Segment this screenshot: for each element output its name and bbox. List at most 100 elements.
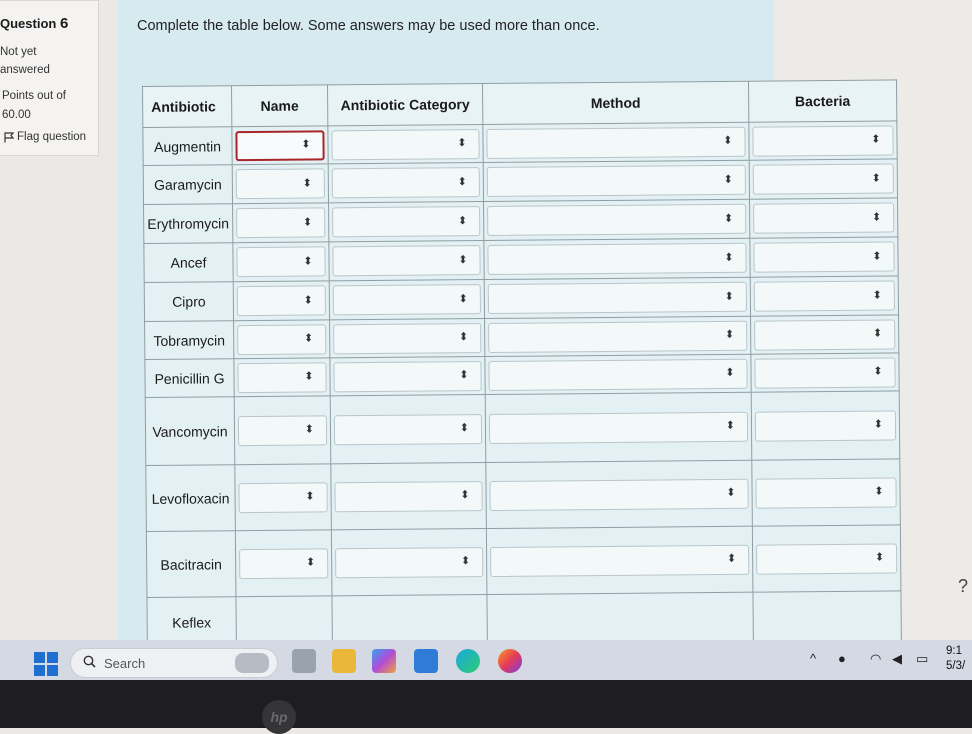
- method-select[interactable]: ⬍: [487, 281, 747, 314]
- method-select[interactable]: ⬍: [490, 544, 750, 577]
- category-cell: [331, 594, 488, 646]
- updown-arrow-icon: ⬍: [304, 423, 315, 436]
- name-cell: ⬍: [233, 319, 330, 359]
- name-select[interactable]: ⬍: [238, 481, 328, 513]
- bacteria-select[interactable]: ⬍: [755, 476, 897, 509]
- category-select[interactable]: ⬍: [335, 546, 484, 578]
- name-cell: ⬍: [235, 529, 332, 597]
- name-select[interactable]: ⬍: [235, 168, 325, 200]
- wifi-icon[interactable]: ◠: [870, 651, 881, 667]
- bacteria-select[interactable]: ⬍: [753, 241, 895, 273]
- clock-date: 5/3/: [946, 660, 966, 672]
- category-select[interactable]: ⬍: [333, 360, 482, 392]
- name-select[interactable]: ⬍: [236, 207, 326, 239]
- category-select[interactable]: ⬍: [331, 167, 480, 199]
- name-select[interactable]: ⬍: [237, 414, 328, 446]
- bacteria-select[interactable]: ⬍: [754, 318, 896, 351]
- method-select[interactable]: ⬍: [486, 126, 746, 159]
- updown-arrow-icon: ⬍: [874, 485, 884, 498]
- category-select[interactable]: ⬍: [331, 128, 480, 160]
- bacteria-select[interactable]: ⬍: [754, 409, 897, 442]
- updown-arrow-icon: ⬍: [302, 177, 312, 190]
- category-select[interactable]: ⬍: [333, 413, 483, 445]
- header-method: Method: [482, 81, 749, 125]
- table-row: Tobramycin ⬍ ⬍ ⬍ ⬍: [144, 314, 899, 360]
- search-label: Search: [104, 655, 146, 671]
- name-select[interactable]: ⬍: [239, 547, 329, 579]
- method-cell: ⬍: [483, 160, 750, 202]
- name-select[interactable]: ⬍: [236, 285, 327, 317]
- category-cell: ⬍: [329, 318, 485, 358]
- category-select[interactable]: ⬍: [332, 245, 481, 277]
- updown-arrow-icon: ⬍: [723, 212, 734, 225]
- header-name: Name: [231, 84, 328, 127]
- flag-question-link[interactable]: Flag question: [4, 131, 86, 143]
- category-select[interactable]: ⬍: [334, 480, 483, 512]
- table-row: Keflex: [146, 590, 902, 648]
- category-cell: ⬍: [330, 462, 487, 530]
- windows-start-icon[interactable]: [34, 652, 58, 676]
- category-select[interactable]: ⬍: [332, 284, 482, 316]
- category-cell: ⬍: [329, 356, 486, 396]
- question-info-panel: Question 6 Not yet answered Points out o…: [0, 0, 99, 156]
- category-cell: ⬍: [327, 124, 484, 164]
- updown-arrow-icon: ⬍: [871, 133, 881, 146]
- method-cell: ⬍: [482, 122, 750, 163]
- bacteria-select[interactable]: ⬍: [752, 163, 894, 195]
- question-number: 6: [59, 15, 69, 32]
- hp-logo: hp: [262, 700, 296, 734]
- clock-time: 9:1: [946, 645, 962, 657]
- chevron-up-icon[interactable]: ^: [810, 651, 816, 666]
- store-icon[interactable]: [414, 649, 438, 673]
- method-select[interactable]: ⬍: [488, 358, 748, 391]
- antibiotic-name-cell: Levofloxacin: [145, 464, 236, 532]
- method-cell: ⬍: [485, 392, 752, 463]
- category-cell: ⬍: [331, 528, 487, 596]
- taskbar-clock[interactable]: 9:1 5/3/: [946, 644, 965, 674]
- name-select[interactable]: ⬍: [237, 361, 327, 393]
- method-cell: ⬍: [483, 199, 750, 241]
- name-select[interactable]: ⬍: [237, 323, 327, 355]
- weather-icon[interactable]: ●: [838, 651, 846, 666]
- bacteria-select[interactable]: ⬍: [756, 542, 898, 575]
- name-select[interactable]: ⬍: [235, 129, 325, 161]
- copilot-icon[interactable]: [372, 649, 396, 673]
- method-select[interactable]: ⬍: [488, 411, 749, 444]
- category-cell: ⬍: [329, 279, 485, 320]
- category-select[interactable]: ⬍: [332, 206, 481, 238]
- category-select[interactable]: ⬍: [333, 322, 482, 354]
- updown-arrow-icon: ⬍: [305, 490, 315, 503]
- method-select[interactable]: ⬍: [488, 320, 748, 353]
- volume-icon[interactable]: ◀: [892, 651, 902, 667]
- antibiotic-name-cell: Ancef: [143, 242, 234, 283]
- task-view-icon[interactable]: [292, 649, 316, 673]
- edge-icon[interactable]: [456, 649, 480, 673]
- method-cell: ⬍: [484, 354, 752, 395]
- method-select[interactable]: ⬍: [486, 164, 746, 197]
- help-icon[interactable]: ?: [958, 576, 968, 597]
- bacteria-select[interactable]: ⬍: [754, 356, 896, 389]
- method-select[interactable]: ⬍: [487, 242, 747, 275]
- bacteria-select[interactable]: ⬍: [752, 124, 894, 157]
- name-select[interactable]: ⬍: [236, 246, 326, 278]
- category-cell: ⬍: [328, 240, 485, 281]
- method-cell: ⬍: [484, 316, 751, 357]
- method-select[interactable]: ⬍: [487, 203, 747, 236]
- bacteria-select[interactable]: ⬍: [753, 202, 895, 234]
- name-cell: ⬍: [232, 241, 330, 282]
- file-explorer-icon[interactable]: [332, 649, 356, 673]
- updown-arrow-icon: ⬍: [305, 556, 316, 569]
- updown-arrow-icon: ⬍: [724, 251, 734, 264]
- antibiotic-name-cell: Augmentin: [142, 126, 233, 166]
- firefox-icon[interactable]: [498, 649, 522, 673]
- points-value: 60.00: [2, 109, 31, 121]
- antibiotic-name-cell: Vancomycin: [145, 396, 235, 466]
- antibiotic-name-cell: Erythromycin: [143, 203, 233, 244]
- bacteria-select[interactable]: ⬍: [753, 280, 895, 312]
- battery-icon[interactable]: ▭: [916, 651, 928, 667]
- taskbar-search[interactable]: Search: [70, 648, 278, 678]
- updown-arrow-icon: ⬍: [873, 365, 883, 378]
- method-select[interactable]: ⬍: [489, 478, 749, 511]
- updown-arrow-icon: ⬍: [457, 137, 467, 150]
- table-row: Garamycin ⬍ ⬍ ⬍ ⬍: [143, 158, 898, 205]
